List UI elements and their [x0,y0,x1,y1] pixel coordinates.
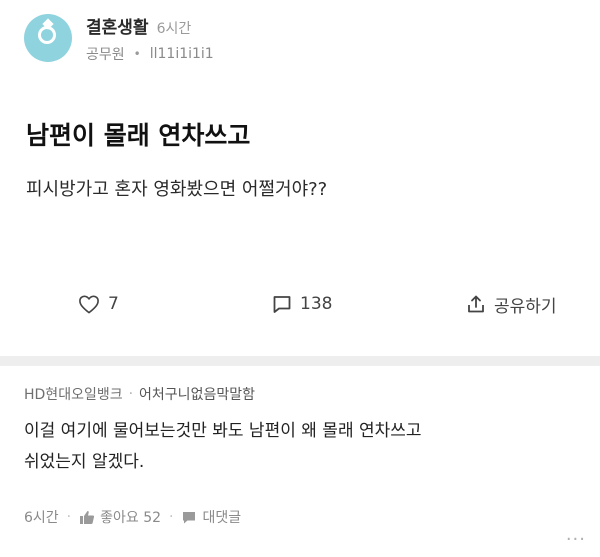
footer-separator: · [169,509,174,525]
comment-body: 이걸 여기에 물어보는것만 봐도 남편이 왜 몰래 연차쓰고 쉬었는지 알겠다. [24,416,584,478]
separator-dot: • [133,46,141,61]
author-company: 공무원 [86,46,125,63]
board-name[interactable]: 결혼생활 [86,13,149,38]
comment-separator: · [128,386,134,402]
comment-header: HD현대오일뱅크 · 어처구니없음막말함 [24,384,584,404]
reply-label: 대댓글 [202,510,242,526]
comment-time: 6시간 [24,510,59,526]
post-time: 6시간 [156,20,192,37]
more-options-button[interactable]: ... [566,524,586,545]
post-actions: 7 138 공유하기 [0,286,600,322]
share-icon [468,295,484,313]
comment-nick[interactable]: 어처구니없음막말함 [139,384,255,404]
heart-icon [79,295,99,314]
comment-company: HD현대오일뱅크 [24,387,123,403]
board-avatar[interactable] [24,14,72,62]
post-title: 남편이 몰래 연차쓰고 [26,121,251,150]
post-header: 결혼생활 6시간 공무원 • ll11i1i1i1 [24,10,214,66]
like-button[interactable]: 7 [78,286,119,322]
comment-like-button[interactable]: 좋아요 52 [79,507,161,527]
share-label: 공유하기 [494,296,557,317]
comment-item: HD현대오일뱅크 · 어처구니없음막말함 이걸 여기에 물어보는것만 봐도 남편… [24,384,584,478]
comment-like-label: 좋아요 52 [100,510,162,526]
thumbs-up-icon [80,510,95,524]
comment-body-line: 이걸 여기에 물어보는것만 봐도 남편이 왜 몰래 연차쓰고 [24,421,422,441]
ring-icon [38,26,56,44]
post-meta-line2: 공무원 • ll11i1i1i1 [86,44,214,64]
like-count: 7 [108,294,119,314]
post-meta: 결혼생활 6시간 공무원 • ll11i1i1i1 [86,13,214,64]
post-meta-line1: 결혼생활 6시간 [86,13,214,38]
post-body: 피시방가고 혼자 영화봤으면 어쩔거야?? [26,179,328,200]
speech-bubble-icon [183,511,196,523]
footer-separator: · [66,509,72,525]
comment-button[interactable]: 138 [272,286,332,322]
reply-button[interactable]: 대댓글 [181,507,241,527]
comment-count: 138 [300,294,333,314]
comment-icon [273,296,291,313]
comment-body-line: 쉬었는지 알겠다. [24,452,145,472]
section-divider [0,356,600,366]
share-button[interactable]: 공유하기 [466,286,557,322]
author-nick[interactable]: ll11i1i1i1 [150,46,214,62]
comment-footer: 6시간 · 좋아요 52 · 대댓글 [24,507,584,527]
